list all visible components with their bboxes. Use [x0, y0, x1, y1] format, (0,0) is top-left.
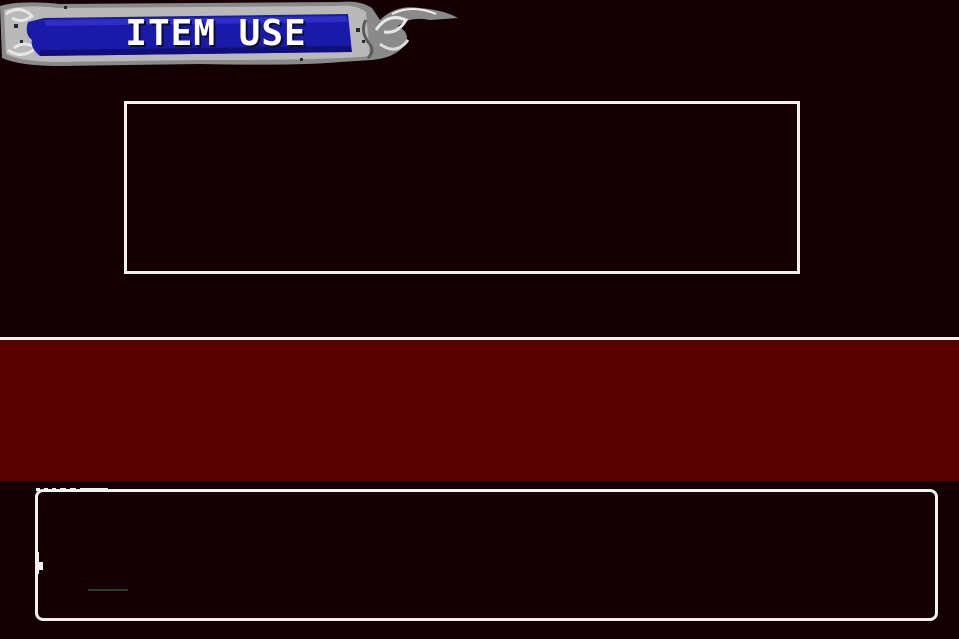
item-list-band[interactable] — [0, 340, 959, 481]
window-tab-marker — [36, 488, 108, 491]
cursor-icon — [36, 552, 43, 574]
item-use-screen: ITEM USE — [0, 0, 959, 639]
message-window — [35, 489, 938, 621]
title-banner: ITEM USE — [0, 0, 460, 68]
message-text-trace — [88, 589, 128, 591]
item-info-window — [124, 101, 800, 274]
page-title: ITEM USE — [125, 13, 307, 54]
